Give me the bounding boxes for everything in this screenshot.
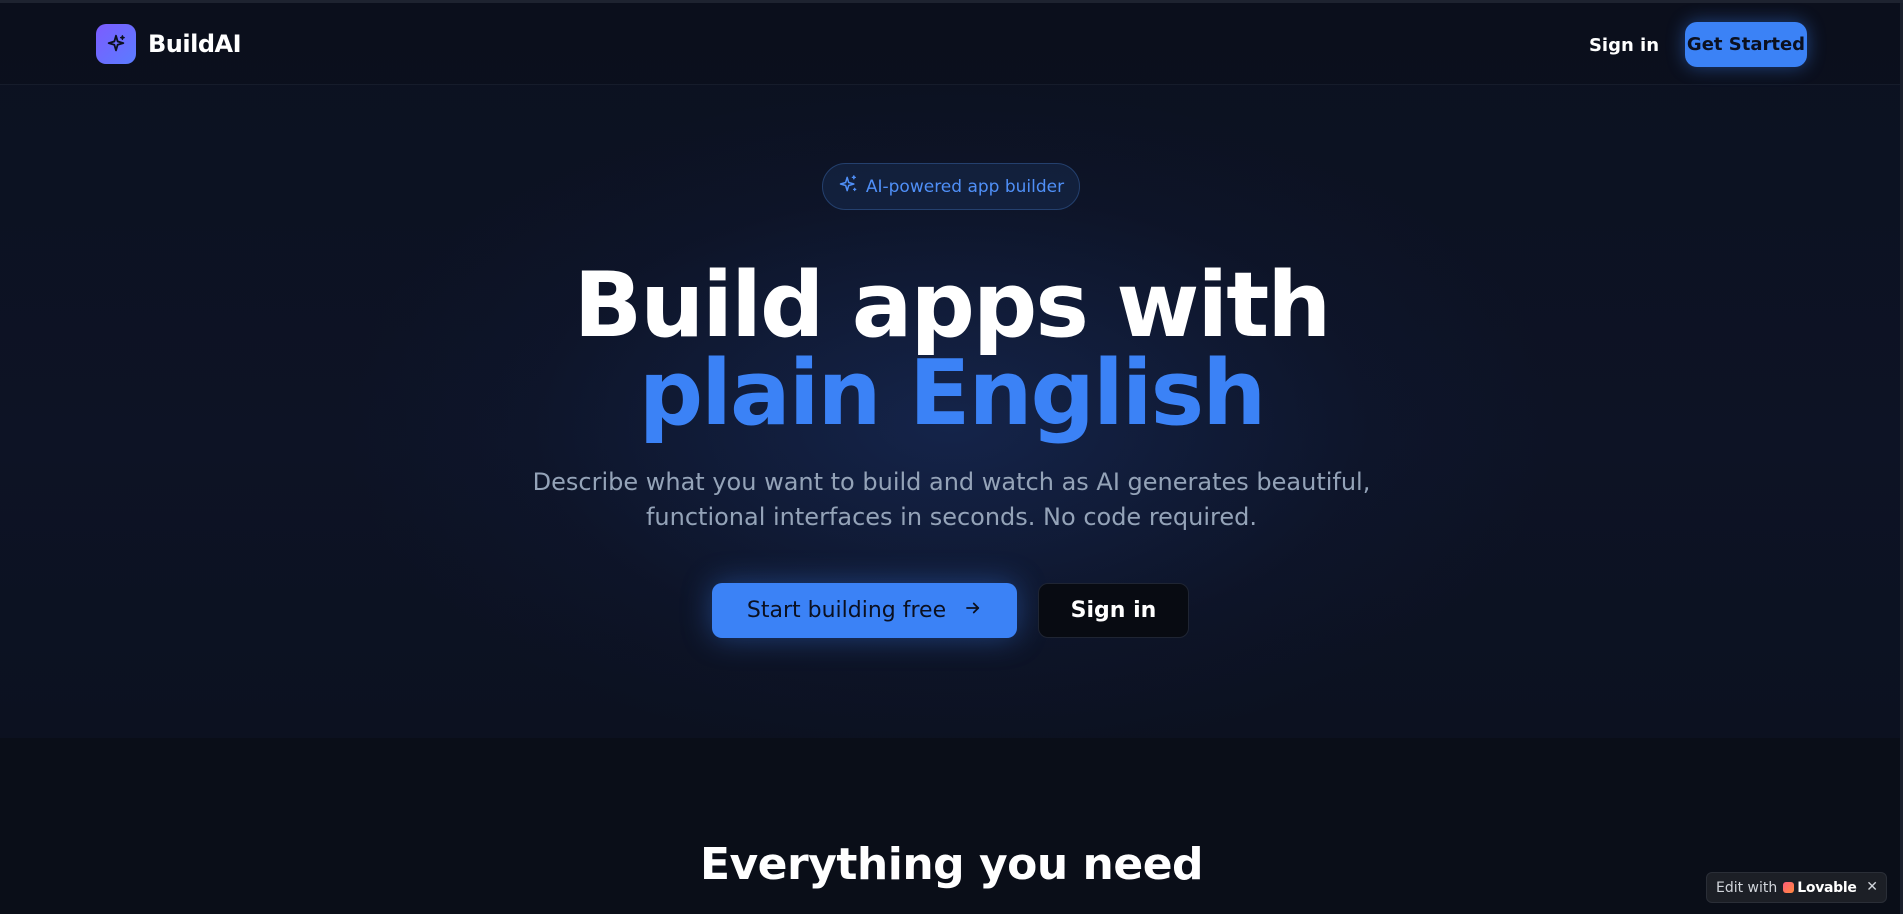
landing-page: BuildAI Sign in Get Started AI-powered a… [0,0,1903,914]
nav-signin-link[interactable]: Sign in [1577,25,1671,65]
heart-icon [1783,882,1795,893]
lovable-brand-label: Lovable [1797,879,1857,896]
ai-badge: AI-powered app builder [822,163,1080,210]
badge-label: AI-powered app builder [865,176,1065,197]
hero-subtitle-line1: Describe what you want to build and watc… [532,468,1371,496]
brand-logo[interactable]: BuildAI [96,24,242,64]
top-navbar: BuildAI Sign in Get Started [0,3,1903,85]
close-icon[interactable]: ✕ [1866,879,1878,895]
sparkles-icon [838,174,858,199]
get-started-button[interactable]: Get Started [1685,22,1807,67]
hero-subtitle-line2: functional interfaces in seconds. No cod… [645,503,1258,531]
start-building-button[interactable]: Start building free [712,583,1017,638]
brand-name: BuildAI [148,30,242,58]
hero-title-line2: plain English [638,341,1267,446]
features-section-title: Everything you need [699,839,1204,890]
lovable-brand: Lovable [1783,879,1857,896]
hero-signin-button[interactable]: Sign in [1038,583,1189,638]
sparkles-icon [96,24,136,64]
start-building-label: Start building free [746,598,947,623]
edit-with-lovable-badge[interactable]: Edit with Lovable ✕ [1706,872,1887,903]
arrow-right-icon [964,598,982,623]
hero-title-line1: Build apps with [573,253,1332,358]
lovable-prefix: Edit with [1716,879,1778,896]
